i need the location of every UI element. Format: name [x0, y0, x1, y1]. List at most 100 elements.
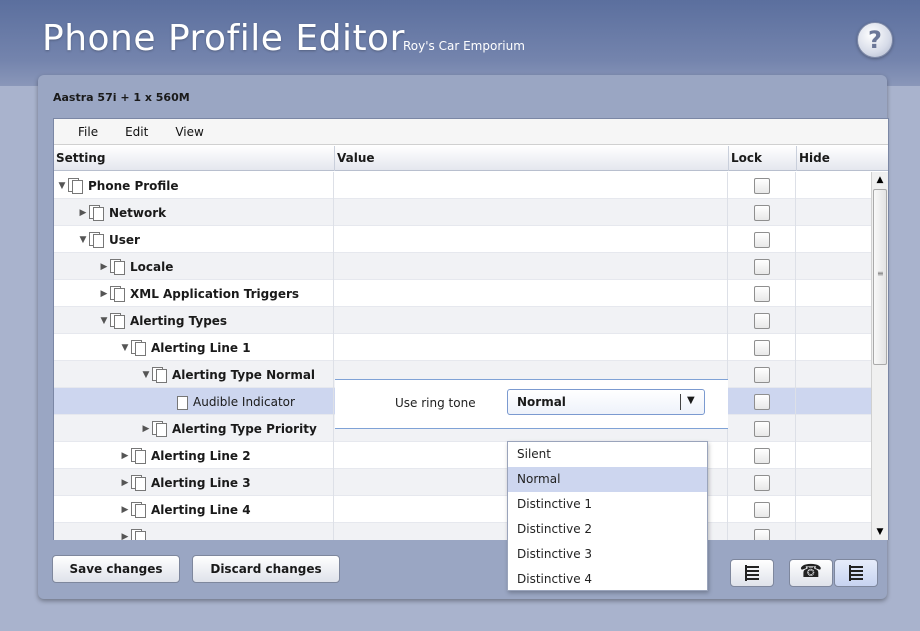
- lock-checkbox[interactable]: [754, 502, 770, 518]
- triangle-down-icon[interactable]: ▼: [78, 235, 88, 245]
- hide-cell[interactable]: [797, 523, 871, 540]
- tree-row[interactable]: ▶ XML Application Triggers: [54, 280, 888, 307]
- value-cell[interactable]: [335, 172, 728, 199]
- hide-cell[interactable]: [797, 388, 871, 415]
- hide-cell[interactable]: [797, 226, 871, 253]
- column-header-hide[interactable]: Hide: [797, 146, 888, 171]
- lock-checkbox[interactable]: [754, 367, 770, 383]
- tree-row[interactable]: ▶ Alerting Line 3: [54, 469, 888, 496]
- hide-cell[interactable]: [797, 496, 871, 523]
- ring-tone-option[interactable]: Distinctive 3: [508, 542, 707, 567]
- tree-row[interactable]: ▶ Alerting Line 2: [54, 442, 888, 469]
- lock-checkbox[interactable]: [754, 340, 770, 356]
- triangle-right-icon[interactable]: ▶: [120, 505, 130, 515]
- ring-tone-option[interactable]: Distinctive 2: [508, 517, 707, 542]
- list-view-button[interactable]: [730, 559, 774, 587]
- scroll-up-icon[interactable]: ▲: [872, 172, 888, 188]
- lock-checkbox[interactable]: [754, 286, 770, 302]
- tree-row[interactable]: ▼ Phone Profile: [54, 172, 888, 199]
- hide-cell[interactable]: [797, 415, 871, 442]
- tree-node[interactable]: ▶ XML Application Triggers: [99, 280, 299, 307]
- value-cell[interactable]: [335, 307, 728, 334]
- lock-checkbox[interactable]: [754, 448, 770, 464]
- tree-row[interactable]: ▶: [54, 523, 888, 540]
- lock-checkbox[interactable]: [754, 394, 770, 410]
- ring-tone-option[interactable]: Normal: [508, 467, 707, 492]
- lock-checkbox[interactable]: [754, 205, 770, 221]
- hide-cell[interactable]: [797, 442, 871, 469]
- column-header-value[interactable]: Value: [335, 146, 729, 171]
- tree-row[interactable]: ▶ Locale: [54, 253, 888, 280]
- ring-tone-option[interactable]: Distinctive 1: [508, 492, 707, 517]
- tree-node[interactable]: ▶ Locale: [99, 253, 173, 280]
- menu-edit[interactable]: Edit: [125, 125, 148, 139]
- tree-node[interactable]: ▼ Alerting Type Normal: [141, 361, 315, 388]
- phone-view-button[interactable]: ☎: [789, 559, 833, 587]
- tree-row[interactable]: ▼ User: [54, 226, 888, 253]
- tree-node[interactable]: ▼ Alerting Line 1: [120, 334, 251, 361]
- ring-tone-select[interactable]: Normal ▼: [507, 389, 705, 415]
- lock-cell: [729, 361, 796, 388]
- lock-checkbox[interactable]: [754, 232, 770, 248]
- lock-checkbox[interactable]: [754, 475, 770, 491]
- lock-checkbox[interactable]: [754, 529, 770, 540]
- column-header-setting[interactable]: Setting: [54, 146, 335, 171]
- tree-node[interactable]: Audible Indicator: [173, 388, 295, 415]
- hide-cell[interactable]: [797, 361, 871, 388]
- menu-file[interactable]: File: [78, 125, 98, 139]
- value-cell[interactable]: [335, 280, 728, 307]
- tree-row[interactable]: ▶ Alerting Line 4: [54, 496, 888, 523]
- tree-row[interactable]: ▼ Alerting Line 1: [54, 334, 888, 361]
- help-button[interactable]: ?: [857, 22, 893, 58]
- triangle-down-icon[interactable]: ▼: [141, 370, 151, 380]
- tree-node[interactable]: ▶: [120, 523, 151, 540]
- lock-checkbox[interactable]: [754, 178, 770, 194]
- hide-cell[interactable]: [797, 199, 871, 226]
- tree-row[interactable]: ▶ Network: [54, 199, 888, 226]
- tree-node[interactable]: ▶ Network: [78, 199, 166, 226]
- triangle-right-icon[interactable]: ▶: [120, 451, 130, 461]
- value-cell[interactable]: [335, 253, 728, 280]
- tree-node[interactable]: ▶ Alerting Line 4: [120, 496, 251, 523]
- hide-cell[interactable]: [797, 307, 871, 334]
- tree-node[interactable]: ▶ Alerting Type Priority: [141, 415, 317, 442]
- triangle-right-icon[interactable]: ▶: [120, 478, 130, 488]
- tree-node[interactable]: ▶ Alerting Line 2: [120, 442, 251, 469]
- triangle-right-icon[interactable]: ▶: [99, 262, 109, 272]
- tree-node[interactable]: ▼ Phone Profile: [57, 172, 179, 199]
- lock-checkbox[interactable]: [754, 421, 770, 437]
- hide-cell[interactable]: [797, 334, 871, 361]
- menu-view[interactable]: View: [175, 125, 203, 139]
- lock-checkbox[interactable]: [754, 259, 770, 275]
- scroll-thumb[interactable]: ≡: [873, 189, 887, 365]
- hide-cell[interactable]: [797, 280, 871, 307]
- column-header: Setting Value Lock Hide: [54, 146, 888, 171]
- discard-changes-button[interactable]: Discard changes: [192, 555, 340, 583]
- triangle-down-icon[interactable]: ▼: [99, 316, 109, 326]
- value-cell[interactable]: [335, 199, 728, 226]
- ring-tone-option[interactable]: Distinctive 4: [508, 567, 707, 592]
- triangle-right-icon[interactable]: ▶: [99, 289, 109, 299]
- triangle-down-icon[interactable]: ▼: [57, 181, 67, 191]
- ring-tone-option[interactable]: Silent: [508, 442, 707, 467]
- vertical-scrollbar[interactable]: ▲ ≡ ▼: [871, 172, 888, 540]
- tree-node[interactable]: ▶ Alerting Line 3: [120, 469, 251, 496]
- triangle-right-icon[interactable]: ▶: [120, 532, 130, 541]
- hide-cell[interactable]: [797, 172, 871, 199]
- save-changes-button[interactable]: Save changes: [52, 555, 180, 583]
- column-header-lock[interactable]: Lock: [729, 146, 797, 171]
- scroll-down-icon[interactable]: ▼: [872, 524, 888, 540]
- tree-node[interactable]: ▼ Alerting Types: [99, 307, 227, 334]
- hide-cell[interactable]: [797, 469, 871, 496]
- tree-node[interactable]: ▼ User: [78, 226, 140, 253]
- value-cell[interactable]: [335, 226, 728, 253]
- lock-checkbox[interactable]: [754, 313, 770, 329]
- list-view-alt-button[interactable]: [834, 559, 878, 587]
- value-cell[interactable]: [335, 334, 728, 361]
- tree-node-label: Alerting Type Priority: [172, 421, 317, 436]
- hide-cell[interactable]: [797, 253, 871, 280]
- triangle-down-icon[interactable]: ▼: [120, 343, 130, 353]
- tree-row[interactable]: ▼ Alerting Types: [54, 307, 888, 334]
- triangle-right-icon[interactable]: ▶: [78, 208, 88, 218]
- triangle-right-icon[interactable]: ▶: [141, 424, 151, 434]
